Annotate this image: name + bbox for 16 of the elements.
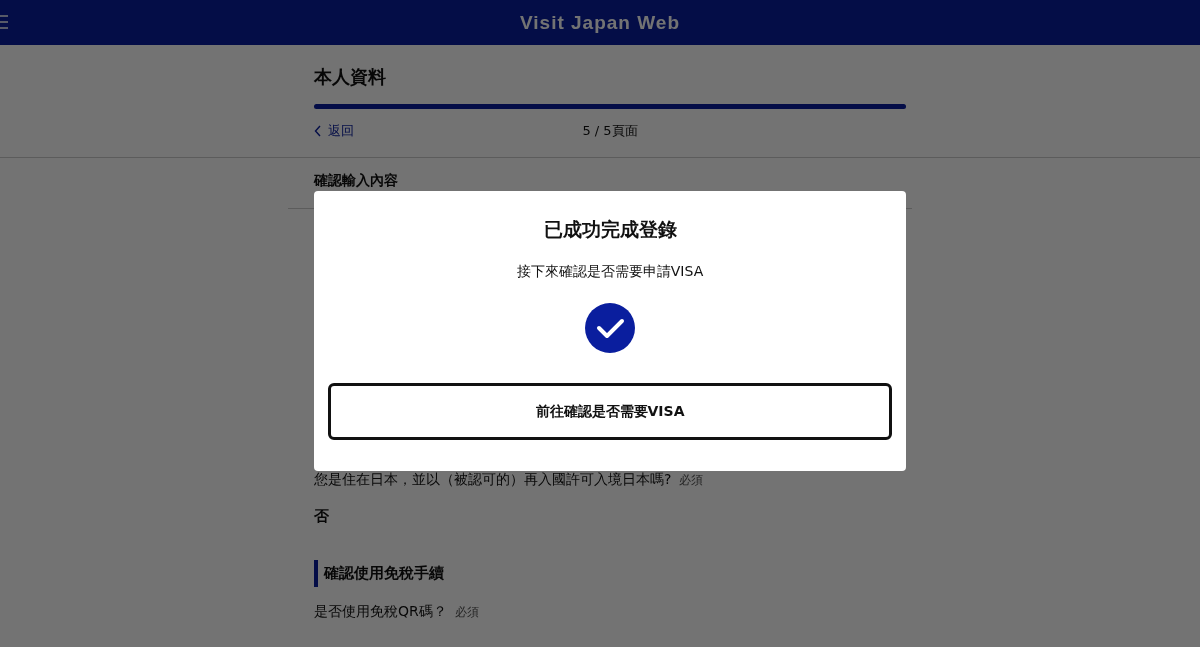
answer-text: 否 <box>314 507 330 526</box>
page-title: 本人資料 <box>314 65 387 89</box>
section-title: 確認輸入內容 <box>314 172 399 190</box>
checkmark-icon <box>585 303 635 353</box>
page-count: 5 / 5頁面 <box>582 123 638 138</box>
check-visa-button[interactable]: 前往確認是否需要VISA <box>328 383 892 440</box>
chevron-left-icon <box>314 125 322 137</box>
required-label: 必須 <box>679 472 704 489</box>
subsection-heading: 確認使用免稅手續 <box>314 560 906 587</box>
question-text: 您是住在日本，並以（被認可的）再入國許可入境日本嗎? <box>314 471 672 489</box>
site-title: Visit Japan Web <box>520 11 680 34</box>
question-text: 是否使用免稅QR碼？ <box>314 603 447 621</box>
dialog-message: 接下來確認是否需要申請VISA <box>516 263 704 281</box>
dialog-title: 已成功完成登錄 <box>543 217 677 242</box>
required-label: 必須 <box>454 604 479 621</box>
back-link[interactable]: 返回 <box>314 122 354 140</box>
